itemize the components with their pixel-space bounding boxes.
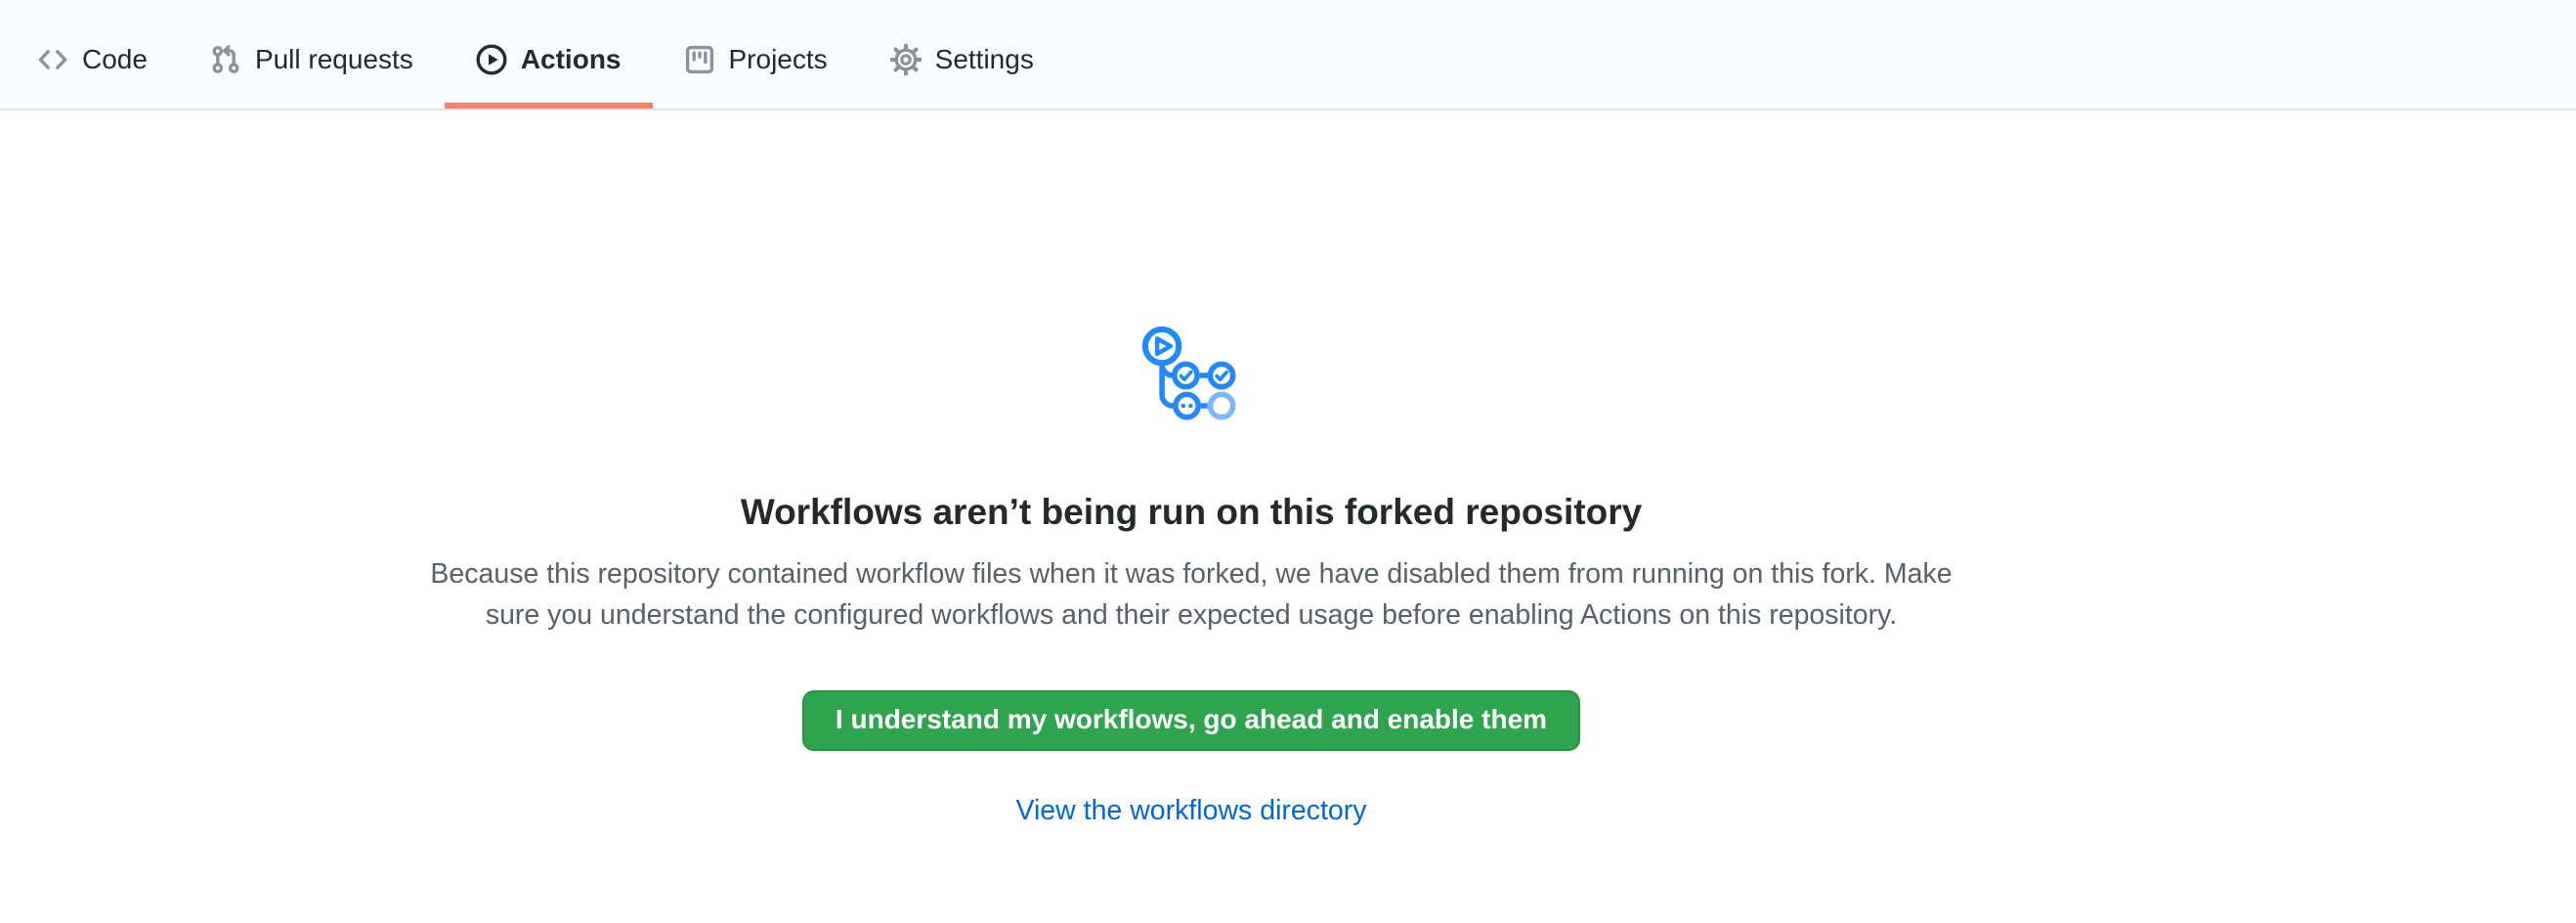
tab-label-projects: Projects [729, 44, 828, 75]
tab-projects[interactable]: Projects [653, 0, 859, 109]
tab-label-actions: Actions [521, 44, 622, 75]
play-icon [476, 44, 507, 75]
tab-actions[interactable]: Actions [445, 0, 653, 109]
tab-label-settings: Settings [935, 44, 1034, 75]
description-line-2: sure you understand the configured workf… [486, 599, 1897, 631]
view-workflows-directory-link[interactable]: View the workflows directory [1015, 795, 1366, 826]
description-line-1: Because this repository contained workfl… [430, 558, 1952, 590]
git-pull-request-icon [210, 44, 241, 75]
enable-workflows-button[interactable]: I understand my workflows, go ahead and … [802, 690, 1580, 751]
link-row: View the workflows directory [0, 794, 2383, 827]
workflow-graph-icon [1141, 326, 1241, 425]
gear-icon [890, 44, 922, 75]
tab-code[interactable]: Code [6, 0, 179, 109]
tab-label-code: Code [82, 44, 148, 75]
button-row: I understand my workflows, go ahead and … [0, 636, 2383, 751]
page-title: Workflows aren’t being run on this forke… [0, 489, 2383, 536]
tab-label-pull-requests: Pull requests [255, 44, 413, 75]
tab-pull-requests[interactable]: Pull requests [179, 0, 445, 109]
description-text: Because this repository contained workfl… [0, 553, 2383, 636]
tab-settings[interactable]: Settings [859, 0, 1065, 109]
project-icon [684, 44, 715, 75]
repo-tab-bar: Code Pull requests Actions [0, 0, 2576, 110]
code-icon [37, 44, 68, 75]
blankslate: Workflows aren’t being run on this forke… [0, 110, 2383, 827]
actions-disabled-page: Workflows aren’t being run on this forke… [0, 110, 2383, 827]
